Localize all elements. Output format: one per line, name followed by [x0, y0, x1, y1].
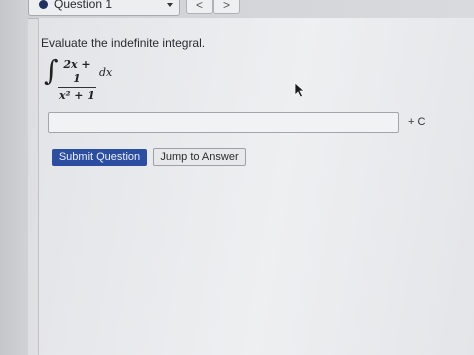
caret-down-icon: [167, 3, 173, 7]
differential: dx: [99, 66, 113, 79]
answer-input[interactable]: [48, 112, 399, 133]
integral-expression: ∫ 2x + 1 x² + 1 dx: [44, 54, 134, 103]
integral-sign: ∫: [44, 54, 59, 87]
fraction-numerator: 2x + 1: [63, 58, 91, 85]
question-selector-label: Question 1: [54, 0, 113, 11]
submit-question-button[interactable]: Submit Question: [52, 149, 147, 166]
previous-question-button[interactable]: <: [186, 0, 213, 14]
question-selector[interactable]: Question 1: [28, 0, 180, 16]
question-prompt: Evaluate the indefinite integral.: [41, 36, 206, 50]
page: Question 1 < > Evaluate the indefinite i…: [0, 0, 474, 355]
mouse-cursor-icon: [294, 82, 306, 98]
fraction-bar: [58, 87, 96, 88]
left-margin: [0, 0, 28, 355]
constant-of-integration-label: + C: [408, 116, 426, 128]
fraction-denominator: x² + 1: [59, 89, 95, 102]
fraction: 2x + 1 x² + 1: [58, 58, 96, 103]
next-question-button[interactable]: >: [213, 0, 240, 14]
status-dot-icon: [39, 0, 48, 9]
jump-to-answer-button[interactable]: Jump to Answer: [153, 148, 246, 166]
